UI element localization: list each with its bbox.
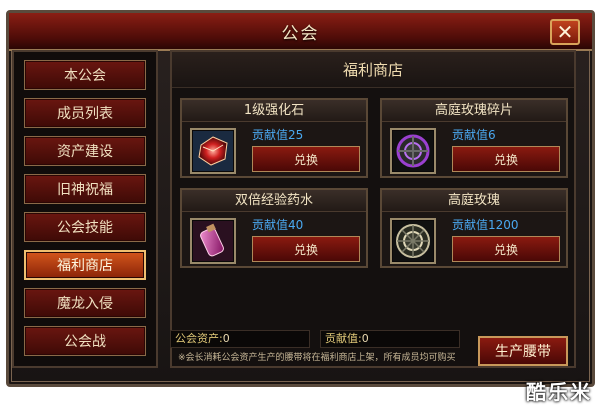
shop-item-card: 高庭玫瑰碎片 贡献值6 兑换 [380, 98, 568, 178]
item-cost: 贡献值6 [452, 128, 496, 142]
exchange-button[interactable]: 兑换 [452, 236, 560, 262]
contribution-display: 贡献值:0 [320, 330, 460, 348]
shop-title: 福利商店 [172, 52, 574, 88]
watermark-logo: 酷乐米 [526, 380, 592, 404]
shop-item-card: 高庭玫瑰 贡献值1200 兑换 [380, 188, 568, 268]
sidebar-item-members[interactable]: 成员列表 [24, 98, 146, 128]
guild-assets-value: 0 [222, 332, 230, 345]
item-name: 双倍经验药水 [182, 190, 366, 212]
sidebar-item-blessing[interactable]: 旧神祝福 [24, 174, 146, 204]
red-gem-icon[interactable] [190, 128, 236, 174]
shop-item-card: 1级强化石 贡献值25 兑换 [180, 98, 368, 178]
item-name: 高庭玫瑰碎片 [382, 100, 566, 122]
item-cost: 贡献值25 [252, 128, 304, 142]
shop-item-card: 双倍经验药水 贡献值40 兑换 [180, 188, 368, 268]
exchange-button[interactable]: 兑换 [252, 236, 360, 262]
potion-icon[interactable] [190, 218, 236, 264]
shop-panel: 福利商店 1级强化石 贡献值25 兑换 高庭玫瑰碎片 贡献值6 兑换 双倍经验药… [170, 50, 576, 368]
rose-fragment-icon[interactable] [390, 128, 436, 174]
item-cost: 贡献值40 [252, 218, 304, 232]
title-bar: 公会 ✕ [9, 13, 592, 51]
contribution-label: 贡献值: [325, 332, 362, 345]
sidebar-item-shop[interactable]: 福利商店 [24, 250, 146, 280]
item-name: 高庭玫瑰 [382, 190, 566, 212]
close-button[interactable]: ✕ [550, 19, 580, 45]
shop-grid: 1级强化石 贡献值25 兑换 高庭玫瑰碎片 贡献值6 兑换 双倍经验药水 贡献值… [180, 98, 568, 268]
contribution-value: 0 [361, 332, 369, 345]
produce-belt-button[interactable]: 生产腰带 [478, 336, 568, 366]
sidebar-item-assets[interactable]: 资产建设 [24, 136, 146, 166]
stats-bar: 公会资产:0 贡献值:0 [170, 330, 460, 348]
item-cost: 贡献值1200 [452, 218, 519, 232]
guild-assets-label: 公会资产: [175, 332, 223, 345]
rose-emblem-icon[interactable] [390, 218, 436, 264]
sidebar-item-guild[interactable]: 本公会 [24, 60, 146, 90]
exchange-button[interactable]: 兑换 [452, 146, 560, 172]
guild-assets-display: 公会资产:0 [170, 330, 310, 348]
sidebar-item-guild-war[interactable]: 公会战 [24, 326, 146, 356]
sidebar-item-skills[interactable]: 公会技能 [24, 212, 146, 242]
notice-text: ※会长消耗公会资产生产的腰带将在福利商店上架，所有成员均可购买 [178, 353, 456, 363]
sidebar-item-dragon-invasion[interactable]: 魔龙入侵 [24, 288, 146, 318]
item-name: 1级强化石 [182, 100, 366, 122]
sidebar: 本公会 成员列表 资产建设 旧神祝福 公会技能 福利商店 魔龙入侵 公会战 [12, 50, 158, 368]
window-title: 公会 [281, 23, 320, 44]
exchange-button[interactable]: 兑换 [252, 146, 360, 172]
